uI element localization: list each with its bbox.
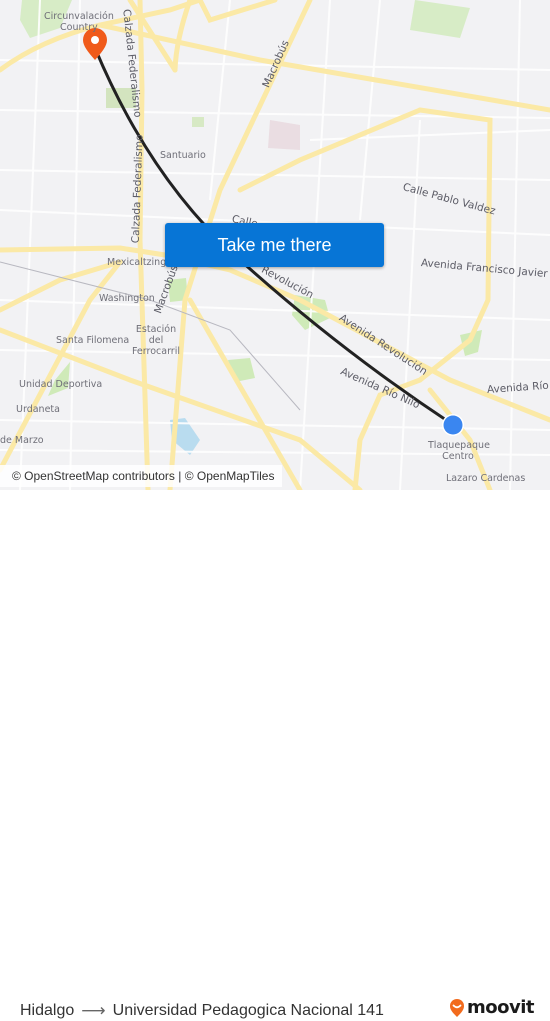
take-me-there-button[interactable]: Take me there [165, 223, 384, 267]
route-summary: Hidalgo ⟶ Universidad Pedagogica Naciona… [20, 1001, 384, 1021]
moovit-pin-icon [450, 998, 464, 1017]
origin-marker[interactable] [443, 415, 463, 435]
place-label-unidad-deportiva: Unidad Deportiva [19, 379, 103, 390]
place-label-de-marzo: de Marzo [0, 435, 44, 446]
attribution-text: © OpenStreetMap contributors | © OpenMap… [12, 469, 275, 483]
landuse-area [268, 120, 300, 150]
moovit-wordmark: moovit [467, 997, 535, 1018]
place-label-mexicaltzingo: Mexicaltzingo [107, 257, 173, 268]
place-label-urdaneta: Urdaneta [16, 404, 60, 415]
park-area [192, 117, 204, 127]
place-label-washington: Washington [99, 293, 155, 304]
map[interactable]: Circunvalación Country Santuario Mexical… [0, 0, 550, 490]
moovit-logo[interactable]: moovit [449, 997, 535, 1018]
destination-name: Universidad Pedagogica Nacional 141 [112, 1002, 384, 1019]
map-attribution[interactable]: © OpenStreetMap contributors | © OpenMap… [0, 465, 283, 487]
place-label-circunvalacion-country: Circunvalación Country [44, 11, 114, 33]
place-label-estacion-del-ferrocarril: Estación del Ferrocarril [131, 324, 180, 357]
place-label-santa-filomena: Santa Filomena [56, 335, 130, 346]
park-area [410, 0, 470, 38]
arrow-right-icon: ⟶ [81, 1001, 106, 1020]
origin-name: Hidalgo [20, 1002, 75, 1019]
place-label-santuario: Santuario [160, 150, 206, 161]
footer-bar: Hidalgo ⟶ Universidad Pedagogica Naciona… [0, 490, 550, 1020]
place-label-tlaquepaque-centro: Tlaquepaque Centro [428, 440, 490, 462]
place-label-lazaro-cardenas: Lazaro Cardenas [446, 473, 526, 484]
